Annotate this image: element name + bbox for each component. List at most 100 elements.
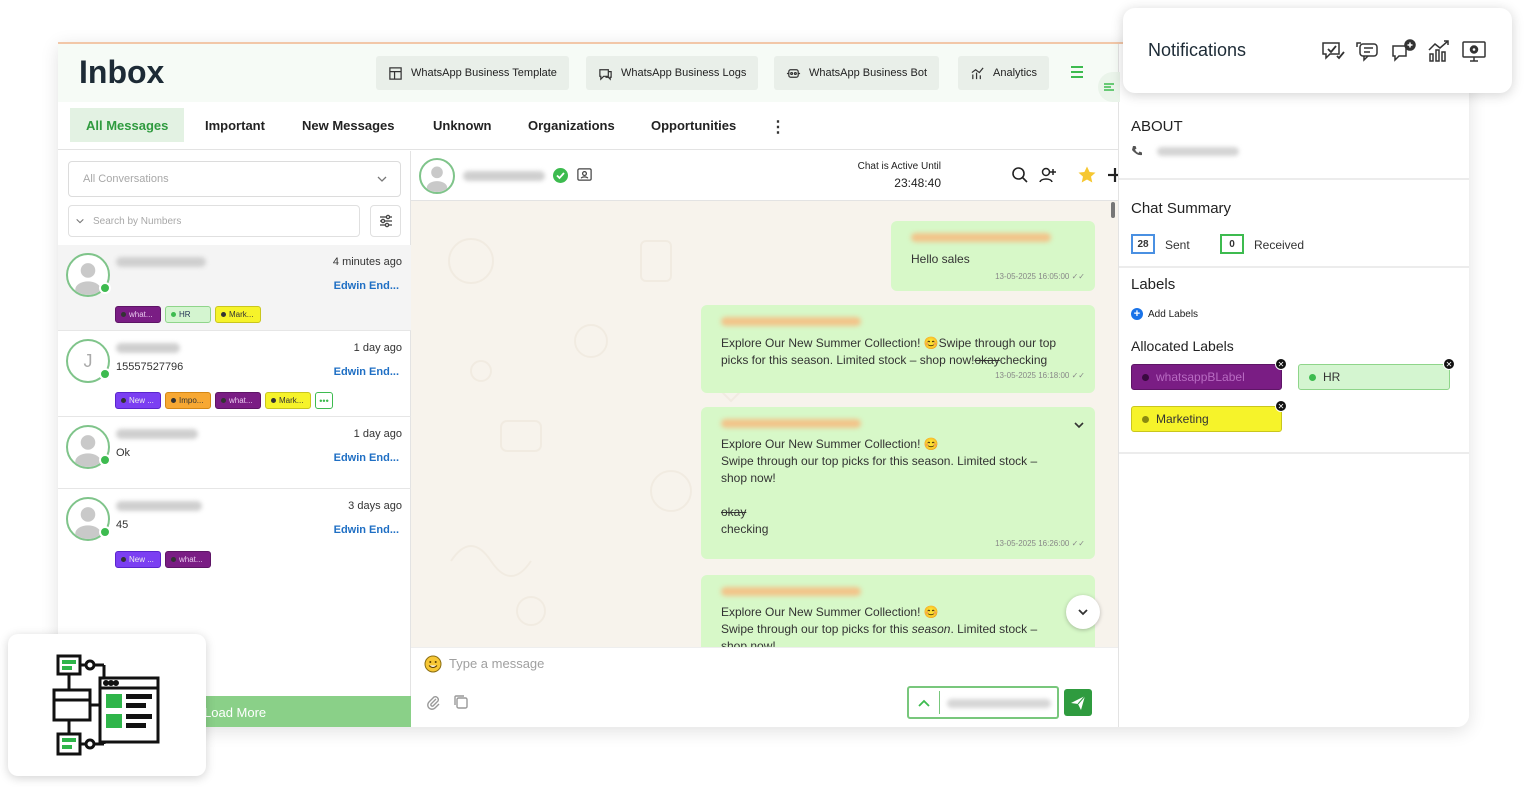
- conversation-owner[interactable]: Edwin End...: [334, 280, 399, 292]
- whatsapp-status-dot: [99, 282, 111, 294]
- chat-header: Chat is Active Until 23:48:40: [411, 151, 1122, 201]
- star-icon[interactable]: [1077, 165, 1097, 185]
- chip-label: what...: [179, 555, 203, 564]
- analytics-button[interactable]: Analytics: [958, 56, 1050, 90]
- add-user-icon[interactable]: [1038, 165, 1058, 185]
- message-strike: okay: [721, 505, 747, 519]
- template-copy-icon[interactable]: [453, 694, 469, 710]
- message-text: Explore Our New Summer Collection! 😊 Swi…: [721, 604, 1037, 647]
- whatsapp-template-button[interactable]: WhatsApp Business Template: [376, 56, 569, 90]
- message-line: shop now!: [721, 639, 776, 647]
- conversation-item[interactable]: J 1 day ago 15557527796 Edwin End... New…: [58, 331, 411, 417]
- conversation-filter-select[interactable]: All Conversations: [68, 161, 401, 197]
- filter-settings-button[interactable]: [370, 205, 401, 237]
- chat-active-label: Chat is Active Until: [857, 161, 941, 172]
- message-input[interactable]: Type a message: [449, 656, 544, 671]
- whatsapp-logs-button[interactable]: WhatsApp Business Logs: [586, 56, 759, 90]
- chart-icon[interactable]: [1426, 38, 1452, 64]
- conversation-owner[interactable]: Edwin End...: [334, 366, 399, 378]
- chat-bubbles-icon[interactable]: [1355, 38, 1381, 64]
- chat-check-icon[interactable]: [1320, 38, 1346, 64]
- chip-dot: [121, 557, 126, 562]
- received-count: 0: [1220, 234, 1244, 254]
- conversation-last-message: Ok: [116, 447, 131, 459]
- analytics-label: Analytics: [993, 67, 1038, 79]
- message-line: picks for this season. Limited stock – s…: [721, 352, 1056, 369]
- analytics-icon: [971, 66, 984, 79]
- hamburger-menu-icon[interactable]: [1069, 64, 1085, 80]
- sent-label: Sent: [1165, 238, 1190, 252]
- chip-label: New ...: [129, 396, 154, 405]
- message-line: Swipe through our top picks for this sea…: [721, 621, 1037, 638]
- sender-number-select[interactable]: [907, 686, 1059, 719]
- tab-important[interactable]: Important: [189, 108, 281, 142]
- tab-all-messages[interactable]: All Messages: [70, 108, 185, 142]
- chevron-down-icon[interactable]: [1073, 419, 1085, 431]
- label-chip: what...: [215, 392, 261, 409]
- send-icon: [1071, 695, 1086, 710]
- emoji-icon[interactable]: [424, 655, 442, 673]
- more-tabs-icon[interactable]: ⋮: [770, 117, 786, 137]
- conversation-time: 4 minutes ago: [332, 256, 402, 268]
- search-icon[interactable]: [1010, 165, 1030, 185]
- message-bubble: Explore Our New Summer Collection! 😊Swip…: [701, 305, 1095, 393]
- logs-icon: [599, 68, 612, 81]
- add-labels-button[interactable]: + Add Labels: [1131, 308, 1198, 320]
- message-tabs: All Messages Important New Messages Unkn…: [58, 102, 1118, 150]
- conversation-time: 1 day ago: [353, 428, 402, 440]
- whatsapp-status-dot: [99, 526, 111, 538]
- sender-name-redacted: [721, 419, 861, 428]
- chat-contact-name-redacted: [463, 171, 545, 181]
- conversation-owner[interactable]: Edwin End...: [334, 452, 399, 464]
- chip-dot: [271, 398, 276, 403]
- whatsapp-bot-label: WhatsApp Business Bot: [809, 67, 928, 79]
- chat-add-icon[interactable]: [1390, 38, 1416, 64]
- message-strike: okay: [974, 353, 1000, 367]
- tab-organizations[interactable]: Organizations: [512, 108, 631, 142]
- conversation-owner[interactable]: Edwin End...: [334, 524, 399, 536]
- conversation-last-message: 45: [116, 519, 129, 531]
- message-bubble: Explore Our New Summer Collection! 😊 Swi…: [701, 575, 1095, 647]
- chip-label: what...: [229, 396, 253, 405]
- chip-dot: [171, 557, 176, 562]
- tab-opportunities[interactable]: Opportunities: [635, 108, 752, 142]
- message-text: Explore Our New Summer Collection! 😊Swip…: [721, 335, 1056, 369]
- chat-scrollbar[interactable]: [1111, 202, 1115, 218]
- contact-name-redacted: [116, 343, 180, 353]
- more-labels-button[interactable]: •••: [315, 392, 333, 409]
- attachment-icon[interactable]: [425, 694, 441, 710]
- collapse-panel-button[interactable]: [1098, 72, 1120, 102]
- whatsapp-template-label: WhatsApp Business Template: [411, 67, 557, 79]
- scroll-to-bottom-button[interactable]: [1066, 595, 1100, 629]
- collapse-arrow-icon: [1104, 83, 1114, 91]
- remove-label-icon[interactable]: ✕: [1275, 400, 1287, 412]
- label-chip: HR: [165, 306, 211, 323]
- search-by-numbers-input[interactable]: Search by Numbers: [68, 205, 360, 237]
- message-line: Explore Our New Summer Collection! 😊: [721, 605, 939, 619]
- chat-avatar[interactable]: [419, 158, 455, 194]
- bot-icon: [786, 68, 801, 78]
- conversation-item[interactable]: 3 days ago 45 Edwin End... New ... what.…: [58, 489, 411, 577]
- chip-label: HR: [179, 310, 191, 319]
- contact-card-icon[interactable]: [576, 166, 593, 183]
- top-bar: Inbox WhatsApp Business Template WhatsAp…: [58, 44, 1118, 102]
- chip-dot: [121, 312, 126, 317]
- remove-label-icon[interactable]: ✕: [1443, 358, 1455, 370]
- conversation-item[interactable]: 4 minutes ago Edwin End... what... HR Ma…: [58, 245, 411, 331]
- tab-new-messages[interactable]: New Messages: [286, 108, 411, 142]
- conversation-item[interactable]: 1 day ago Ok Edwin End...: [58, 417, 411, 489]
- label-chip: Mark...: [215, 306, 261, 323]
- send-button[interactable]: [1064, 689, 1092, 716]
- remove-label-icon[interactable]: ✕: [1275, 358, 1287, 370]
- whatsapp-bot-button[interactable]: WhatsApp Business Bot: [774, 56, 940, 90]
- stage: Inbox WhatsApp Business Template WhatsAp…: [0, 0, 1525, 787]
- monitor-gear-icon[interactable]: [1461, 38, 1487, 64]
- label-chip: New ...: [115, 551, 161, 568]
- label-chip: what...: [115, 306, 161, 323]
- chip-dot: [221, 312, 226, 317]
- allocated-label-marketing: Marketing ✕: [1131, 400, 1287, 432]
- tab-unknown[interactable]: Unknown: [417, 108, 508, 142]
- message-line: shop now!: [721, 471, 776, 485]
- whatsapp-status-dot: [99, 368, 111, 380]
- verified-check-icon: [553, 168, 568, 183]
